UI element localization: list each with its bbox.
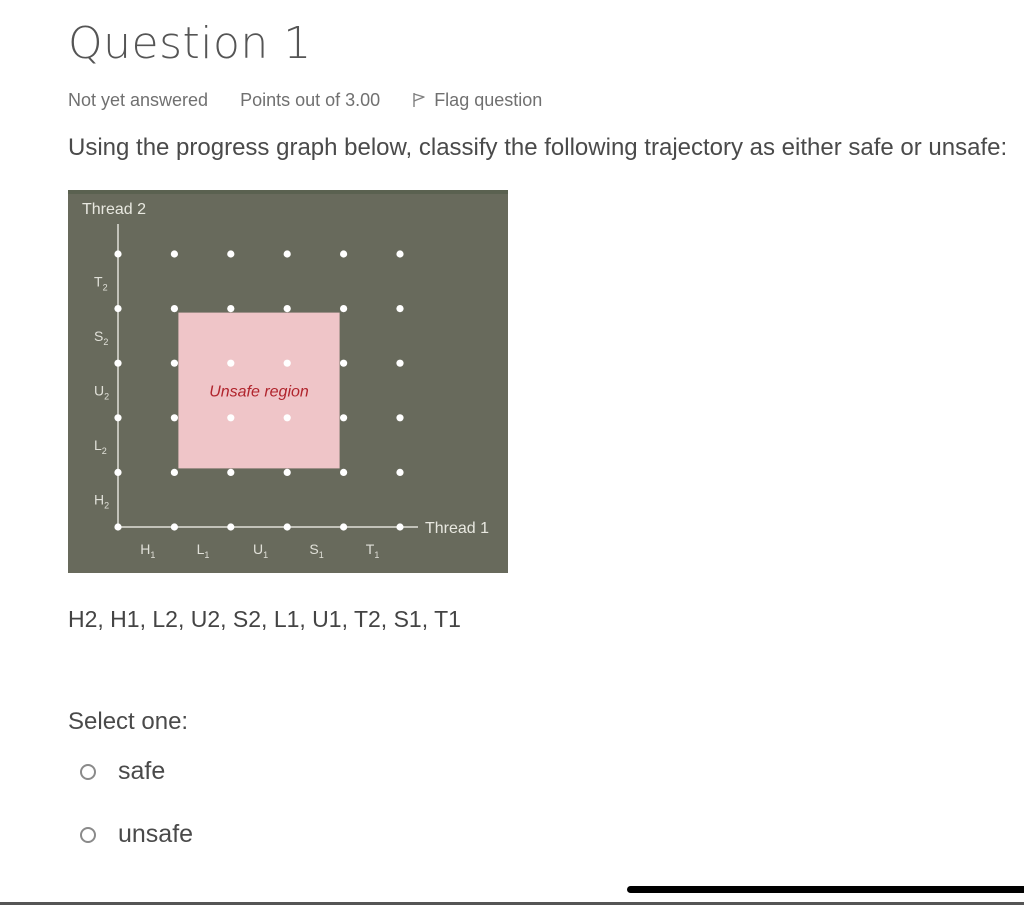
radio-safe[interactable]: [80, 763, 96, 780]
grid-point: [283, 359, 291, 367]
grid-point: [114, 468, 122, 476]
grid-point: [396, 359, 404, 367]
flag-icon: [413, 93, 425, 107]
y-tick-label: T2: [94, 273, 108, 292]
y-tick-label: S2: [94, 328, 108, 347]
grid-point: [227, 250, 235, 258]
home-indicator: [627, 886, 1024, 893]
grid-point: [227, 414, 235, 422]
grid-point: [170, 359, 178, 367]
grid-point: [283, 414, 291, 422]
x-tick-label: S1: [309, 541, 323, 560]
points-text: Points out of 3.00: [240, 89, 381, 110]
grid-point: [114, 523, 122, 531]
flag-question-label: Flag question: [434, 89, 543, 110]
x-tick-label: H1: [140, 541, 155, 560]
grid-point: [396, 523, 404, 531]
select-one-label: Select one:: [68, 708, 189, 735]
grid-point: [340, 250, 348, 258]
grid-point: [340, 359, 348, 367]
grid-point: [396, 468, 404, 476]
question-text: Using the progress graph below, classify…: [68, 134, 1008, 161]
grid-point: [340, 523, 348, 531]
grid-point: [114, 305, 122, 313]
grid-point: [170, 414, 178, 422]
flag-question-link[interactable]: Flag question: [412, 90, 574, 111]
grid-point: [396, 305, 404, 313]
y-tick-label: U2: [94, 383, 109, 402]
grid-point: [283, 305, 291, 313]
y-tick-label: H2: [94, 492, 109, 511]
option-unsafe-label: unsafe: [118, 820, 194, 848]
grid-point: [170, 468, 178, 476]
grid-point: [227, 305, 235, 313]
question-info: Not yet answered Points out of 3.00 Flag…: [68, 88, 574, 112]
grid-point: [114, 414, 122, 422]
x-tick-label: U1: [253, 541, 268, 560]
grid-point: [227, 359, 235, 367]
x-tick-label: L1: [197, 541, 210, 560]
grid-point: [283, 523, 291, 531]
grid-point: [340, 468, 348, 476]
y-axis-title: Thread 2: [82, 201, 146, 218]
grid-point: [114, 359, 122, 367]
grid-point: [340, 305, 348, 313]
unsafe-region-label: Unsafe region: [209, 384, 309, 401]
grid-point: [170, 523, 178, 531]
x-tick-label: T1: [366, 541, 380, 560]
option-unsafe[interactable]: unsafe: [80, 820, 193, 849]
grid-point: [227, 468, 235, 476]
status-text: Not yet answered: [68, 89, 209, 110]
grid-point: [227, 523, 235, 531]
grid-point: [396, 414, 404, 422]
radio-unsafe[interactable]: [80, 826, 96, 843]
y-tick-label: L2: [94, 437, 107, 456]
grid-point: [170, 250, 178, 258]
progress-graph-svg: Unsafe region Thread 2 Thread 1 H1 L1 U1 S1 T1 H…: [82, 201, 489, 560]
page-title: Question 1: [68, 18, 312, 69]
option-safe[interactable]: safe: [80, 757, 165, 786]
progress-graph: Unsafe region Thread 2 Thread 1 H1 L1 U1 S1 T1 H…: [68, 190, 508, 573]
grid-point: [170, 305, 178, 313]
option-safe-label: safe: [118, 757, 166, 785]
x-axis-title: Thread 1: [425, 520, 489, 537]
grid-point: [283, 250, 291, 258]
grid-point: [283, 468, 291, 476]
trajectory-text: H2, H1, L2, U2, S2, L1, U1, T2, S1, T1: [68, 606, 461, 632]
grid-point: [114, 250, 122, 258]
grid-point: [396, 250, 404, 258]
grid-point: [340, 414, 348, 422]
